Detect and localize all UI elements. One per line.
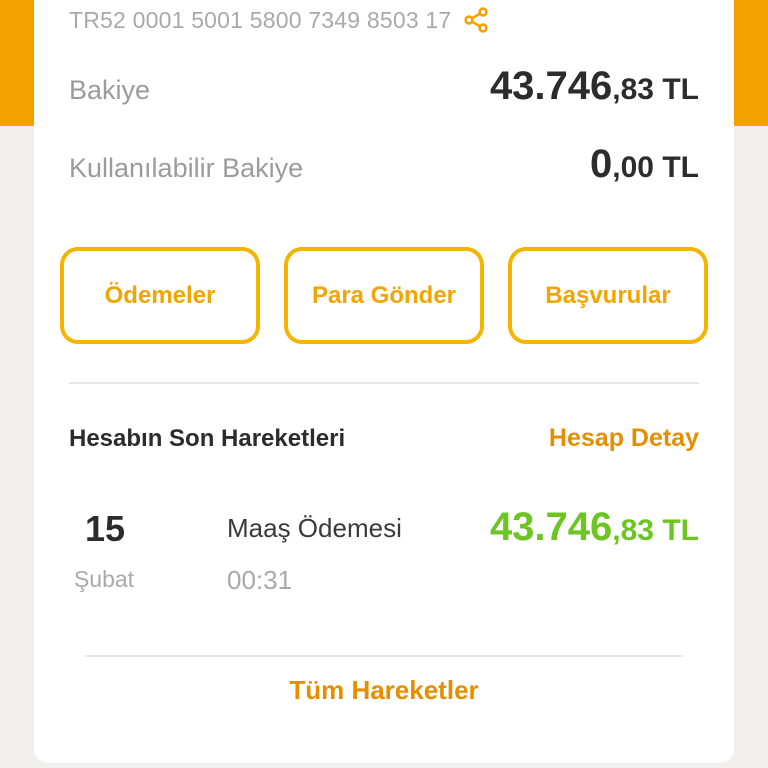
account-detail-link[interactable]: Hesap Detay bbox=[549, 424, 699, 453]
available-balance-decimal: ,00 bbox=[612, 151, 654, 184]
available-balance-label: Kullanılabilir Bakiye bbox=[69, 153, 304, 183]
account-card: TR52 0001 5001 5800 7349 8503 17 Bakiye … bbox=[34, 0, 734, 763]
payments-button[interactable]: Ödemeler bbox=[60, 247, 260, 344]
available-balance-row: Kullanılabilir Bakiye 0,00 TL bbox=[69, 142, 699, 187]
transaction-time: 00:31 bbox=[227, 565, 293, 595]
balance-row: Bakiye 43.746,83 TL bbox=[69, 64, 699, 109]
transaction-description: Maaş Ödemesi bbox=[227, 513, 402, 543]
available-balance-amount: 0,00 TL bbox=[590, 142, 699, 187]
account-screen: TR52 0001 5001 5800 7349 8503 17 Bakiye … bbox=[0, 0, 768, 768]
balance-amount: 43.746,83 TL bbox=[490, 64, 699, 109]
applications-button[interactable]: Başvurular bbox=[508, 247, 708, 344]
balance-integer: 43.746 bbox=[489, 64, 613, 108]
transaction-amount: 43.746,83 TL bbox=[490, 505, 699, 550]
transactions-title: Hesabın Son Hareketleri bbox=[69, 424, 346, 452]
iban-row: TR52 0001 5001 5800 7349 8503 17 bbox=[69, 2, 489, 38]
transaction-amount-decimal: ,83 bbox=[612, 514, 654, 547]
balance-currency: TL bbox=[654, 73, 699, 106]
transaction-amount-currency: TL bbox=[654, 514, 699, 547]
divider bbox=[85, 655, 683, 657]
transactions-header: Hesabın Son Hareketleri Hesap Detay bbox=[69, 424, 699, 453]
transaction-month: Şubat bbox=[73, 566, 135, 592]
balance-decimal: ,83 bbox=[612, 73, 654, 106]
action-buttons: Ödemeler Para Gönder Başvurular bbox=[60, 247, 708, 344]
transaction-amount-integer: 43.746 bbox=[489, 505, 613, 549]
share-icon[interactable] bbox=[463, 7, 489, 33]
send-money-button[interactable]: Para Gönder bbox=[284, 247, 484, 344]
transaction-row[interactable]: 15 Şubat Maaş Ödemesi 00:31 43.746,83 TL bbox=[69, 505, 699, 615]
transaction-day: 15 bbox=[84, 508, 126, 549]
all-transactions-link[interactable]: Tüm Hareketler bbox=[69, 675, 699, 706]
available-balance-currency: TL bbox=[654, 151, 699, 184]
divider bbox=[69, 382, 699, 384]
balance-label: Bakiye bbox=[69, 75, 151, 105]
available-balance-integer: 0 bbox=[590, 142, 613, 186]
iban-text: TR52 0001 5001 5800 7349 8503 17 bbox=[69, 6, 452, 33]
